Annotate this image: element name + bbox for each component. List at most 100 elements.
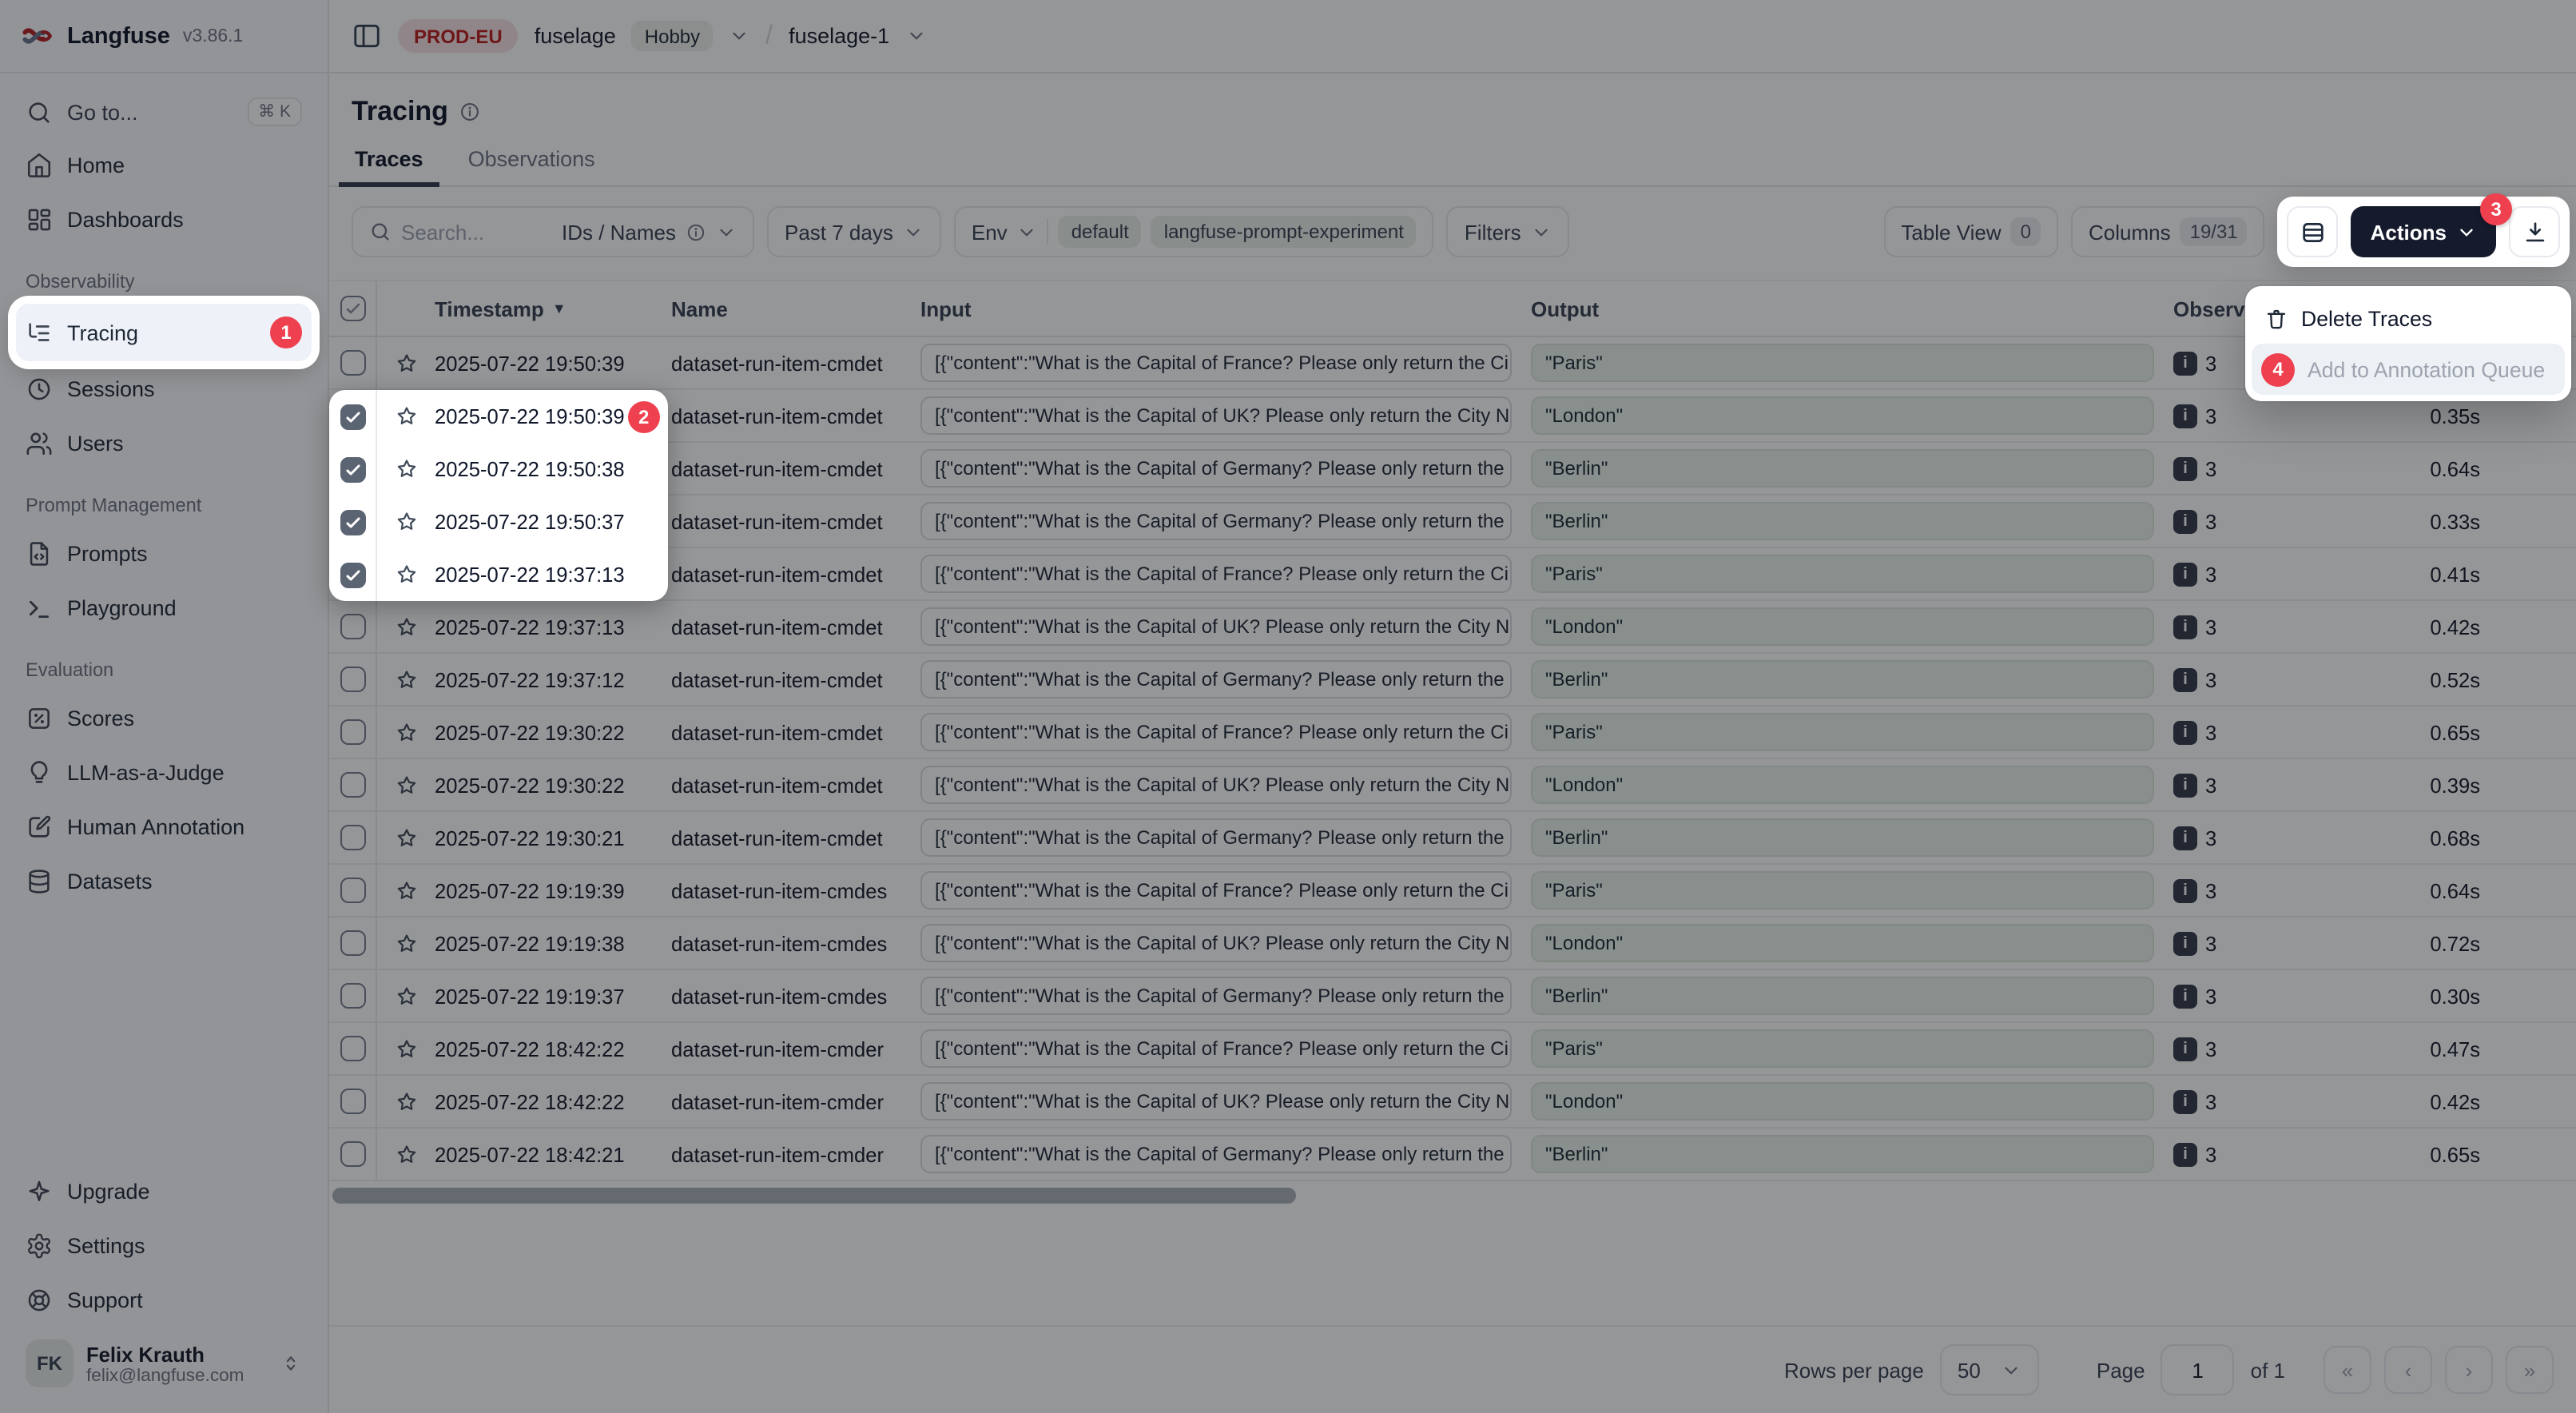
star-icon[interactable]: [394, 615, 418, 639]
table-row[interactable]: 2025-07-22 19:30:22 dataset-run-item-cmd…: [329, 706, 2576, 759]
sidebar-item-home[interactable]: Home: [16, 139, 312, 192]
row-checkbox[interactable]: [340, 772, 365, 798]
cell-output[interactable]: "Berlin": [1531, 1135, 2154, 1173]
header-output[interactable]: Output: [1531, 297, 2173, 320]
cell-input[interactable]: [{"content":"What is the Capital of Germ…: [920, 502, 1512, 540]
star-icon[interactable]: [394, 878, 418, 902]
row-checkbox-checked[interactable]: [340, 404, 365, 429]
star-icon[interactable]: [394, 1037, 418, 1061]
star-icon[interactable]: [394, 1089, 418, 1113]
sidebar-item-sessions[interactable]: Sessions: [16, 363, 312, 416]
cell-output[interactable]: "Berlin": [1531, 977, 2154, 1015]
cell-input[interactable]: [{"content":"What is the Capital of UK? …: [920, 1082, 1512, 1120]
selected-row[interactable]: 2025-07-22 19:37:13: [329, 548, 668, 601]
tab-traces[interactable]: Traces: [352, 147, 427, 185]
row-checkbox[interactable]: [340, 350, 365, 376]
cell-input[interactable]: [{"content":"What is the Capital of Fran…: [920, 871, 1512, 909]
cell-input[interactable]: [{"content":"What is the Capital of Germ…: [920, 660, 1512, 699]
cell-input[interactable]: [{"content":"What is the Capital of UK? …: [920, 924, 1512, 962]
row-height-button[interactable]: [2288, 206, 2339, 257]
sidebar-item-prompts[interactable]: Prompts: [16, 527, 312, 580]
star-icon[interactable]: [394, 351, 418, 375]
star-icon[interactable]: [394, 826, 418, 850]
cell-output[interactable]: "Paris": [1531, 713, 2154, 751]
cell-input[interactable]: [{"content":"What is the Capital of Fran…: [920, 713, 1512, 751]
table-row[interactable]: 2025-07-22 19:30:21 dataset-run-item-cmd…: [329, 812, 2576, 865]
last-page-button[interactable]: »: [2506, 1346, 2554, 1394]
star-icon[interactable]: [394, 931, 418, 955]
sidebar-item-scores[interactable]: Scores: [16, 692, 312, 745]
star-icon[interactable]: [394, 720, 418, 744]
row-checkbox[interactable]: [340, 825, 365, 850]
table-row[interactable]: 2025-07-22 19:37:13 dataset-run-item-cmd…: [329, 601, 2576, 654]
horizontal-scrollbar-thumb[interactable]: [332, 1188, 1296, 1204]
row-checkbox[interactable]: [340, 719, 365, 745]
filters-button[interactable]: Filters: [1447, 206, 1569, 257]
chevron-down-icon[interactable]: [905, 26, 926, 46]
row-checkbox-checked[interactable]: [340, 509, 365, 535]
row-checkbox[interactable]: [340, 1089, 365, 1114]
menu-item-delete-traces[interactable]: Delete Traces: [2252, 293, 2565, 344]
star-icon[interactable]: [394, 563, 418, 587]
cell-output[interactable]: "Berlin": [1531, 818, 2154, 857]
cell-input[interactable]: [{"content":"What is the Capital of Fran…: [920, 1029, 1512, 1068]
header-name[interactable]: Name: [671, 297, 920, 320]
cell-output[interactable]: "Paris": [1531, 344, 2154, 382]
goto-search[interactable]: Go to... ⌘ K: [16, 86, 312, 137]
cell-input[interactable]: [{"content":"What is the Capital of UK? …: [920, 607, 1512, 646]
star-icon[interactable]: [394, 667, 418, 691]
export-button[interactable]: [2509, 206, 2560, 257]
table-row[interactable]: 2025-07-22 18:42:22 dataset-run-item-cmd…: [329, 1023, 2576, 1076]
table-row[interactable]: 2025-07-22 19:37:12 dataset-run-item-cmd…: [329, 654, 2576, 706]
page-input[interactable]: 1: [2161, 1344, 2235, 1395]
columns-button[interactable]: Columns 19/31: [2071, 206, 2265, 257]
cell-input[interactable]: [{"content":"What is the Capital of Germ…: [920, 818, 1512, 857]
prev-page-button[interactable]: ‹: [2384, 1346, 2432, 1394]
sidebar-item-settings[interactable]: Settings: [16, 1220, 312, 1272]
row-checkbox[interactable]: [340, 614, 365, 639]
table-row[interactable]: 2025-07-22 18:42:22 dataset-run-item-cmd…: [329, 1076, 2576, 1128]
selected-row[interactable]: 2025-07-22 19:50:37: [329, 496, 668, 548]
header-input[interactable]: Input: [920, 297, 1531, 320]
row-checkbox[interactable]: [340, 930, 365, 956]
table-view-button[interactable]: Table View 0: [1883, 206, 2058, 257]
cell-output[interactable]: "Paris": [1531, 1029, 2154, 1068]
cell-output[interactable]: "London": [1531, 766, 2154, 804]
table-row[interactable]: 2025-07-22 19:30:22 dataset-run-item-cmd…: [329, 759, 2576, 812]
menu-item-add-to-annotation-queue[interactable]: 4 Add to Annotation Queue: [2252, 344, 2565, 395]
row-checkbox[interactable]: [340, 667, 365, 692]
cell-output[interactable]: "Paris": [1531, 871, 2154, 909]
sidebar-item-datasets[interactable]: Datasets: [16, 855, 312, 908]
cell-output[interactable]: "London": [1531, 1082, 2154, 1120]
cell-input[interactable]: [{"content":"What is the Capital of Germ…: [920, 449, 1512, 488]
table-row[interactable]: 2025-07-22 18:42:21 dataset-run-item-cmd…: [329, 1128, 2576, 1181]
tab-observations[interactable]: Observations: [465, 147, 598, 185]
cell-output[interactable]: "Berlin": [1531, 660, 2154, 699]
cell-output[interactable]: "Berlin": [1531, 502, 2154, 540]
table-row[interactable]: 2025-07-22 19:19:39 dataset-run-item-cmd…: [329, 865, 2576, 917]
cell-input[interactable]: [{"content":"What is the Capital of Germ…: [920, 977, 1512, 1015]
org-breadcrumb[interactable]: fuselage: [535, 24, 616, 48]
star-icon[interactable]: [394, 773, 418, 797]
selected-row[interactable]: 2025-07-22 19:50:39 2: [329, 390, 668, 443]
cell-output[interactable]: "London": [1531, 396, 2154, 435]
star-icon[interactable]: [394, 404, 418, 428]
project-breadcrumb[interactable]: fuselage-1: [789, 24, 889, 48]
row-checkbox[interactable]: [340, 878, 365, 903]
info-icon[interactable]: [459, 101, 482, 123]
chevron-down-icon[interactable]: [729, 26, 749, 46]
row-checkbox-checked[interactable]: [340, 456, 365, 482]
user-menu[interactable]: FK Felix Krauth felix@langfuse.com: [16, 1327, 312, 1403]
date-range-select[interactable]: Past 7 days: [767, 206, 941, 257]
table-row[interactable]: 2025-07-22 19:50:39 dataset-run-item-cmd…: [329, 337, 2576, 390]
table-row[interactable]: 2025-07-22 19:19:38 dataset-run-item-cmd…: [329, 917, 2576, 970]
cell-input[interactable]: [{"content":"What is the Capital of UK? …: [920, 396, 1512, 435]
star-icon[interactable]: [394, 984, 418, 1008]
cell-input[interactable]: [{"content":"What is the Capital of UK? …: [920, 766, 1512, 804]
cell-output[interactable]: "London": [1531, 607, 2154, 646]
sidebar-item-tracing[interactable]: Tracing 1: [16, 304, 312, 361]
sidebar-toggle-icon[interactable]: [352, 21, 382, 51]
star-icon[interactable]: [394, 1142, 418, 1166]
cell-output[interactable]: "London": [1531, 924, 2154, 962]
sidebar-item-dashboards[interactable]: Dashboards: [16, 193, 312, 246]
